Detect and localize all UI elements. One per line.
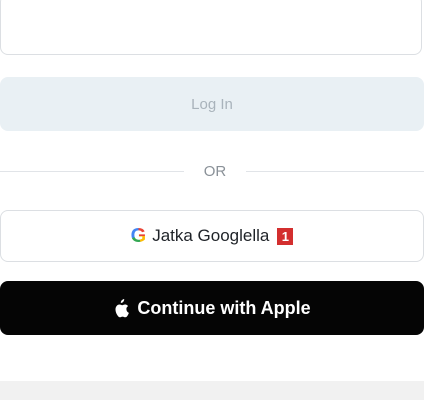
google-login-button[interactable]: G Jatka Googlella 1	[0, 210, 424, 262]
divider-line-right	[246, 170, 424, 172]
divider-line-left	[0, 170, 184, 172]
apple-icon	[115, 298, 130, 317]
login-button[interactable]: Log In	[0, 77, 424, 131]
bottom-panel-edge	[0, 381, 424, 400]
login-button-label: Log In	[191, 95, 233, 113]
google-button-label: Jatka Googlella	[152, 226, 270, 245]
divider-label: OR	[203, 162, 227, 180]
or-divider: OR	[0, 158, 424, 184]
text-input-field[interactable]	[0, 0, 422, 55]
notification-badge: 1	[277, 227, 294, 245]
apple-login-button[interactable]: Continue with Apple	[0, 281, 424, 335]
apple-button-label: Continue with Apple	[137, 297, 311, 318]
google-icon: G	[130, 225, 147, 247]
